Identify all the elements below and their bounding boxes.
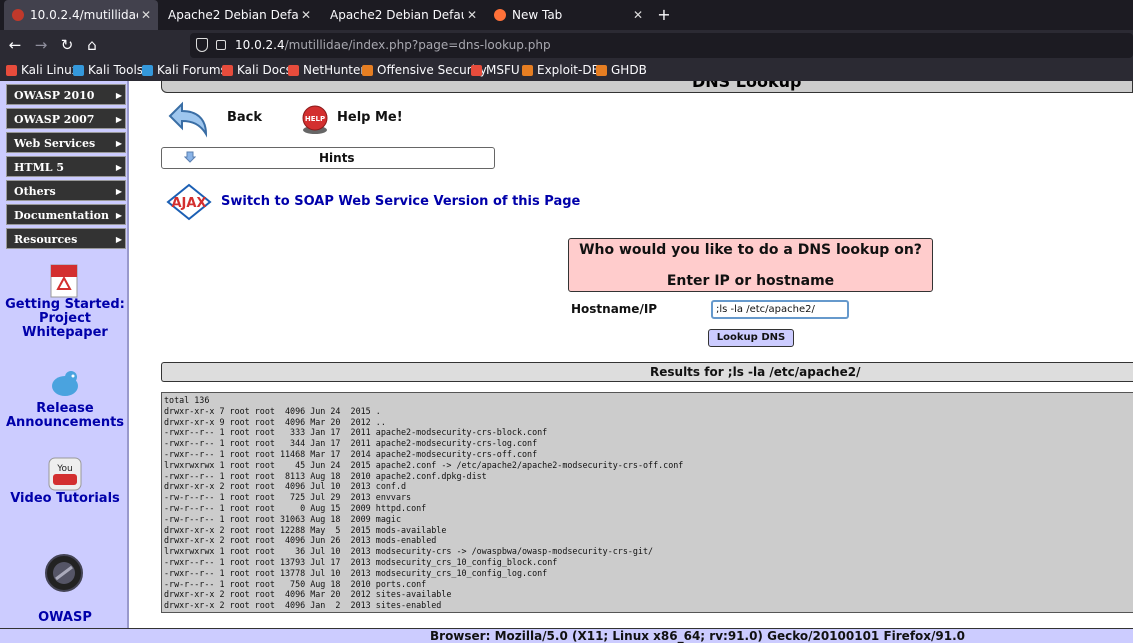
tab-apache-1[interactable]: Apache2 Debian Default Page ✕ xyxy=(160,0,318,30)
menu-arrow-icon: ▶ xyxy=(115,90,122,100)
home-icon[interactable]: ⌂ xyxy=(83,36,101,54)
svg-text:You: You xyxy=(56,464,73,474)
results-header: Results for ;ls -la /etc/apache2/ xyxy=(161,362,1133,382)
lookup-dns-button[interactable]: Lookup DNS xyxy=(708,329,794,347)
new-tab-button[interactable]: + xyxy=(655,5,673,25)
video-tutorials-link[interactable]: Video Tutorials xyxy=(4,492,126,506)
footer-bar: Browser: Mozilla/5.0 (X11; Linux x86_64;… xyxy=(0,628,1133,643)
menu-web-services[interactable]: Web Services ▶ xyxy=(6,132,126,153)
svg-text:HELP: HELP xyxy=(305,115,325,123)
menu-owasp-2010[interactable]: OWASP 2010 ▶ xyxy=(6,84,126,105)
help-me-link[interactable]: Help Me! xyxy=(337,110,403,125)
bookmark-kali-tools[interactable]: Kali Tools xyxy=(73,63,143,77)
release-announcements-link[interactable]: Release Announcements xyxy=(4,402,126,430)
twitter-bird-icon[interactable] xyxy=(47,366,83,400)
reload-icon[interactable]: ↻ xyxy=(58,36,76,54)
menu-arrow-icon: ▶ xyxy=(115,114,122,124)
svg-text:AJAX: AJAX xyxy=(172,196,207,211)
offsec-icon xyxy=(362,64,373,76)
menu-arrow-icon: ▶ xyxy=(115,210,122,220)
exploit-db-icon xyxy=(522,64,533,76)
browser-user-agent: Browser: Mozilla/5.0 (X11; Linux x86_64;… xyxy=(430,629,966,643)
menu-arrow-icon: ▶ xyxy=(115,162,122,172)
ajax-logo-icon: AJAX xyxy=(166,183,212,221)
youtube-icon[interactable]: You xyxy=(48,457,82,491)
forward-arrow-icon[interactable]: → xyxy=(32,36,50,54)
soap-version-link[interactable]: Switch to SOAP Web Service Version of th… xyxy=(221,194,580,209)
hints-toggle[interactable]: Hints xyxy=(161,147,495,169)
bookmark-offensive-security[interactable]: Offensive Security xyxy=(362,63,487,77)
menu-html5[interactable]: HTML 5 ▶ xyxy=(6,156,126,177)
msfu-icon xyxy=(471,64,482,76)
menu-arrow-icon: ▶ xyxy=(115,186,122,196)
help-button-icon[interactable]: HELP xyxy=(299,104,331,136)
results-output: total 136 drwxr-xr-x 7 root root 4096 Ju… xyxy=(161,392,1133,613)
close-tab-icon[interactable]: ✕ xyxy=(298,8,314,22)
close-tab-icon[interactable]: ✕ xyxy=(464,8,480,22)
menu-arrow-icon: ▶ xyxy=(115,234,122,244)
kali-icon xyxy=(73,64,84,76)
close-tab-icon[interactable]: ✕ xyxy=(630,8,646,22)
arrow-down-icon xyxy=(184,151,196,163)
back-arrow-icon[interactable] xyxy=(164,100,210,140)
close-tab-icon[interactable]: ✕ xyxy=(138,8,154,22)
hostname-label: Hostname/IP xyxy=(571,302,658,316)
bookmark-nethunter[interactable]: NetHunter xyxy=(288,63,365,77)
owasp-link[interactable]: OWASP xyxy=(4,611,126,625)
bookmark-exploit-db[interactable]: Exploit-DB xyxy=(522,63,600,77)
results-text: total 136 drwxr-xr-x 7 root root 4096 Ju… xyxy=(164,395,684,611)
kali-icon xyxy=(6,64,17,76)
menu-resources[interactable]: Resources ▶ xyxy=(6,228,126,249)
firefox-icon xyxy=(494,9,506,21)
page-title: DNS Lookup xyxy=(692,81,802,91)
shield-icon[interactable] xyxy=(196,38,208,52)
lookup-prompt-box: Who would you like to do a DNS lookup on… xyxy=(568,238,933,292)
ghdb-icon xyxy=(596,64,607,76)
pdf-icon[interactable] xyxy=(49,264,81,300)
url-text[interactable]: 10.0.2.4/mutillidae/index.php?page=dns-l… xyxy=(235,38,551,52)
kali-icon xyxy=(142,64,153,76)
getting-started-link[interactable]: Getting Started: Project Whitepaper xyxy=(4,298,126,340)
docs-icon xyxy=(222,64,233,76)
tab-mutillidae[interactable]: 10.0.2.4/mutillidae/index. ✕ xyxy=(4,0,158,30)
menu-arrow-icon: ▶ xyxy=(115,138,122,148)
bookmark-kali-linux[interactable]: Kali Linux xyxy=(6,63,79,77)
lock-icon[interactable] xyxy=(216,40,226,50)
bookmark-kali-docs[interactable]: Kali Docs xyxy=(222,63,292,77)
menu-documentation[interactable]: Documentation ▶ xyxy=(6,204,126,225)
page-title-bar: DNS Lookup xyxy=(161,81,1133,93)
bookmark-msfu[interactable]: MSFU xyxy=(471,63,520,77)
back-arrow-icon[interactable]: ← xyxy=(6,36,24,54)
hostname-input[interactable] xyxy=(711,300,849,319)
tab-apache-2[interactable]: Apache2 Debian Default Page ✕ xyxy=(322,0,484,30)
nethunter-icon xyxy=(288,64,299,76)
menu-owasp-2007[interactable]: OWASP 2007 ▶ xyxy=(6,108,126,129)
back-link[interactable]: Back xyxy=(227,110,262,125)
bookmark-ghdb[interactable]: GHDB xyxy=(596,63,647,77)
owasp-logo-icon[interactable] xyxy=(44,553,84,593)
site-icon xyxy=(12,9,24,21)
menu-others[interactable]: Others ▶ xyxy=(6,180,126,201)
bookmark-kali-forums[interactable]: Kali Forums xyxy=(142,63,227,77)
tab-new[interactable]: New Tab ✕ xyxy=(486,0,650,30)
